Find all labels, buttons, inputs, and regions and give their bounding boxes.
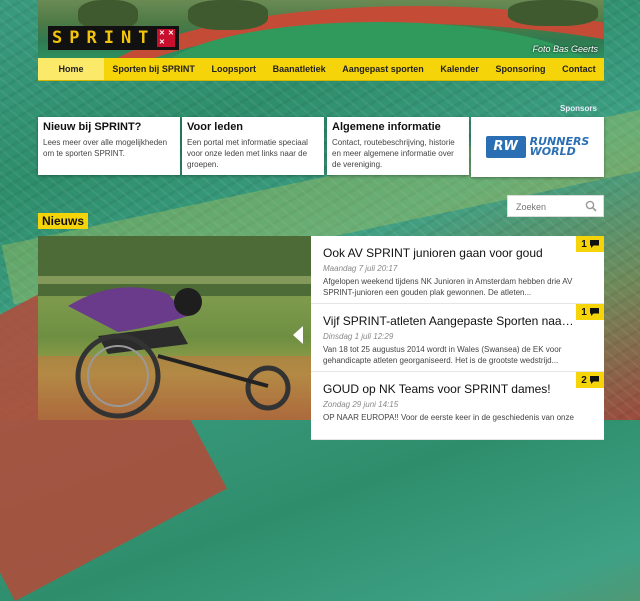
card-nieuw-bij-sprint[interactable]: Nieuw bij SPRINT? Lees meer over alle mo… (38, 117, 180, 175)
nav-item-home[interactable]: Home (38, 58, 104, 80)
wheelchair-athlete-image (38, 236, 318, 420)
search-box (507, 195, 604, 217)
comment-icon (589, 376, 599, 384)
nav-item-aangepast-sporten[interactable]: Aangepast sporten (334, 58, 432, 80)
card-title: Algemene informatie (332, 121, 441, 133)
main-nav: Home Sporten bij SPRINT Loopsport Baanat… (38, 58, 604, 81)
news-item-title[interactable]: Ook AV SPRINT junioren gaan voor goud (323, 246, 575, 260)
card-text: Een portal met informatie speciaal voor … (187, 138, 308, 169)
news-item-date: Dinsdag 1 juli 12:29 (323, 332, 394, 341)
nav-item-sponsoring[interactable]: Sponsoring (487, 58, 554, 80)
logo-text: SPRINT (52, 28, 156, 48)
card-text: Lees meer over alle mogelijkheden om te … (43, 138, 168, 158)
featured-pointer (293, 326, 303, 344)
card-voor-leden[interactable]: Voor leden Een portal met informatie spe… (182, 117, 324, 175)
news-item-excerpt: Van 18 tot 25 augustus 2014 wordt in Wal… (323, 345, 562, 365)
search-icon[interactable] (585, 200, 597, 215)
news-hero-image[interactable] (38, 236, 318, 420)
comment-icon (589, 240, 599, 248)
card-text: Contact, routebeschrijving, historie en … (332, 138, 455, 169)
news-item-date: Zondag 29 juni 14:15 (323, 400, 399, 409)
comment-icon (589, 308, 599, 316)
comment-count-badge[interactable]: 1 (576, 304, 604, 320)
tree-image (508, 0, 598, 26)
sponsors-label: Sponsors (560, 104, 597, 113)
news-item-title[interactable]: Vijf SPRINT-atleten Aangepaste Sporten n… (323, 314, 575, 328)
comment-count-badge[interactable]: 1 (576, 236, 604, 252)
search-input[interactable] (514, 197, 588, 217)
comment-count: 1 (581, 306, 587, 318)
news-list: Ook AV SPRINT junioren gaan voor goud Ma… (311, 236, 604, 440)
news-item[interactable]: Vijf SPRINT-atleten Aangepaste Sporten n… (311, 304, 604, 372)
card-title: Voor leden (187, 121, 244, 133)
comment-count-badge[interactable]: 2 (576, 372, 604, 388)
news-item-title[interactable]: GOUD op NK Teams voor SPRINT dames! (323, 382, 575, 396)
comment-count: 1 (581, 238, 587, 250)
runners-world-logo-mark: RW (485, 136, 526, 158)
card-algemene-informatie[interactable]: Algemene informatie Contact, routebeschr… (327, 117, 469, 175)
news-item-excerpt: Afgelopen weekend tijdens NK Junioren in… (323, 277, 573, 297)
news-item[interactable]: Ook AV SPRINT junioren gaan voor goud Ma… (311, 236, 604, 304)
sponsor-runners-world[interactable]: RW RUNNERS WORLD (471, 117, 604, 177)
nav-item-baanatletiek[interactable]: Baanatletiek (264, 58, 334, 80)
nav-item-kalender[interactable]: Kalender (432, 58, 487, 80)
nav-item-loopsport[interactable]: Loopsport (203, 58, 264, 80)
news-heading: Nieuws (38, 213, 89, 229)
runners-world-logo-text: RUNNERS WORLD (529, 136, 590, 158)
nav-item-sporten-bij-sprint[interactable]: Sporten bij SPRINT (104, 58, 203, 80)
sponsor-line2: WORLD (529, 145, 576, 158)
tree-image (188, 0, 268, 30)
photo-credit: Foto Bas Geerts (532, 44, 598, 54)
site-logo[interactable]: SPRINT ✕ ✕ ✕ (48, 26, 180, 50)
nav-item-contact[interactable]: Contact (554, 58, 604, 80)
news-item[interactable]: GOUD op NK Teams voor SPRINT dames! Zond… (311, 372, 604, 440)
header-banner: SPRINT ✕ ✕ ✕ Foto Bas Geerts (38, 0, 604, 58)
news-item-date: Maandag 7 juli 20:17 (323, 264, 398, 273)
comment-count: 2 (581, 374, 587, 386)
card-title: Nieuw bij SPRINT? (43, 121, 142, 133)
news-item-excerpt: OP NAAR EUROPA!! Voor de eerste keer in … (323, 413, 574, 422)
amsterdam-crosses-icon: ✕ ✕ ✕ (157, 29, 176, 47)
